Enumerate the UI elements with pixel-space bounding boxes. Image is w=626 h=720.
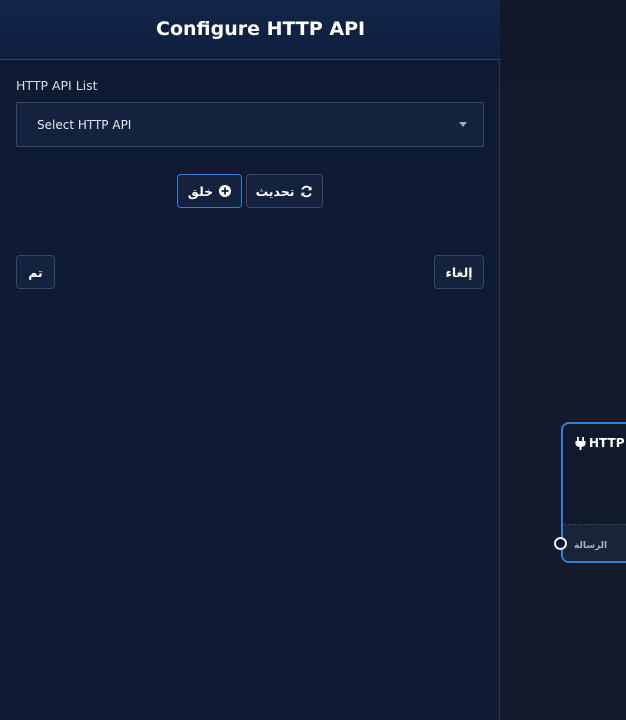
- cancel-button-label: إلغاء: [445, 264, 473, 280]
- refresh-icon: [300, 185, 313, 198]
- refresh-button[interactable]: تحديث: [246, 174, 323, 208]
- panel-header: Configure HTTP API: [0, 0, 500, 60]
- done-button[interactable]: تم: [16, 255, 55, 289]
- cancel-button[interactable]: إلغاء: [434, 255, 484, 289]
- page-title: Configure HTTP API: [156, 18, 366, 40]
- node-port-row: الرسالة: [563, 524, 626, 561]
- create-button-label: خلق: [187, 183, 214, 199]
- caret-down-icon: [459, 122, 467, 127]
- http-api-list-label: HTTP API List: [16, 78, 98, 93]
- refresh-button-label: تحديث: [255, 183, 295, 199]
- http-api-select[interactable]: Select HTTP API: [16, 102, 484, 147]
- node-title-text: HTTP A: [589, 436, 626, 450]
- node-port-label: الرسالة: [574, 541, 608, 551]
- node-title: HTTP A: [575, 436, 626, 450]
- plug-icon: [575, 436, 586, 450]
- http-api-node[interactable]: HTTP A الرسالة: [561, 422, 626, 563]
- config-panel: Configure HTTP API HTTP API List Select …: [0, 0, 500, 720]
- plus-circle-icon: [219, 185, 232, 197]
- done-button-label: تم: [28, 264, 43, 280]
- node-input-port[interactable]: [554, 537, 567, 550]
- create-button[interactable]: خلق: [177, 174, 242, 208]
- http-api-select-value: Select HTTP API: [37, 118, 132, 132]
